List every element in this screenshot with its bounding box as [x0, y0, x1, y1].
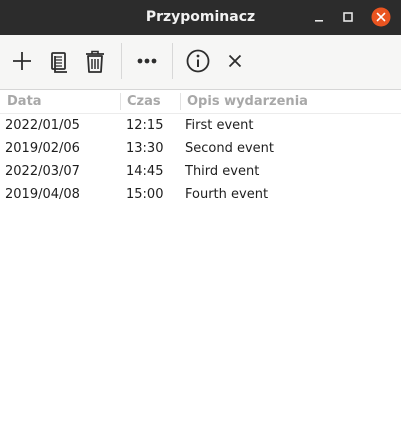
cell-date: 2022/03/07 [5, 164, 80, 179]
cell-time: 15:00 [126, 187, 164, 202]
cell-time: 12:15 [126, 118, 164, 133]
maximize-button[interactable] [338, 7, 358, 27]
events-table: Data Czas Opis wydarzenia 2022/01/05 12:… [0, 90, 401, 206]
cell-date: 2019/04/08 [5, 187, 80, 202]
window-close-button[interactable] [371, 7, 391, 27]
quit-button[interactable] [221, 47, 249, 75]
table-row[interactable]: 2019/04/08 15:00 Fourth event [0, 183, 401, 206]
copy-icon [51, 52, 67, 73]
column-header-description[interactable]: Opis wydarzenia [187, 90, 308, 113]
column-header-time[interactable]: Czas [127, 90, 161, 113]
maximize-icon [343, 12, 353, 22]
column-header-date[interactable]: Data [7, 90, 42, 113]
cell-time: 13:30 [126, 141, 164, 156]
table-header: Data Czas Opis wydarzenia [0, 90, 401, 114]
table-row[interactable]: 2022/01/05 12:15 First event [0, 114, 401, 137]
cell-date: 2022/01/05 [5, 118, 80, 133]
cell-description: Third event [185, 164, 260, 179]
close-icon [371, 7, 391, 27]
cell-description: First event [185, 118, 254, 133]
title-bar[interactable]: Przypominacz [0, 0, 401, 35]
table-row[interactable]: 2022/03/07 14:45 Third event [0, 160, 401, 183]
cell-description: Second event [185, 141, 275, 156]
column-divider[interactable] [120, 93, 121, 110]
add-event-button[interactable] [8, 47, 36, 75]
toolbar-separator [121, 43, 122, 79]
minimize-button[interactable] [309, 7, 329, 27]
cell-date: 2019/02/06 [5, 141, 80, 156]
info-icon [186, 49, 210, 73]
more-options-button[interactable] [133, 47, 161, 75]
column-divider[interactable] [180, 93, 181, 110]
close-icon [228, 54, 242, 68]
toolbar [0, 35, 401, 90]
trash-icon [86, 50, 104, 73]
app-window: Przypominacz Data Czas Opis wydarzenia 2… [0, 0, 401, 437]
minimize-icon [315, 20, 323, 22]
cell-time: 14:45 [126, 164, 164, 179]
delete-event-button[interactable] [81, 47, 109, 75]
plus-icon [13, 52, 31, 70]
table-row[interactable]: 2019/02/06 13:30 Second event [0, 137, 401, 160]
copy-event-button[interactable] [45, 47, 73, 75]
about-button[interactable] [184, 47, 212, 75]
toolbar-separator [172, 43, 173, 79]
more-icon [137, 58, 157, 64]
cell-description: Fourth event [185, 187, 269, 202]
